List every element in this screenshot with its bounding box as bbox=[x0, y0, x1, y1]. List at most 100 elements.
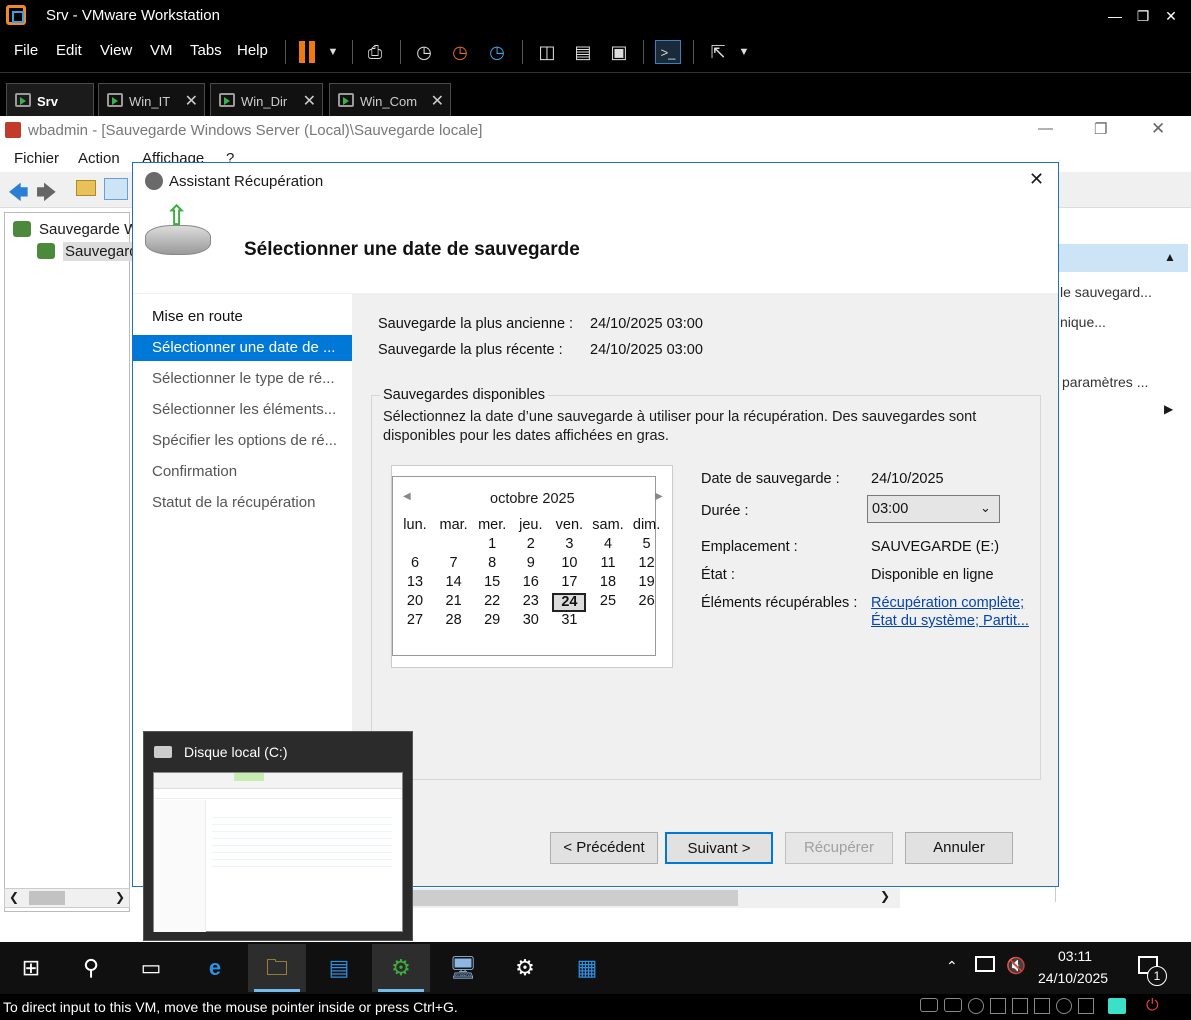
tree-item-local[interactable]: Sauvegard bbox=[63, 242, 140, 261]
up-folder-icon[interactable] bbox=[76, 180, 96, 196]
chevron-up-icon[interactable]: ⌃ bbox=[946, 958, 958, 975]
task-view-icon[interactable]: ▭ bbox=[122, 944, 180, 992]
stretch-icon[interactable]: ⇱ bbox=[705, 40, 731, 64]
calendar-day[interactable]: 12 bbox=[628, 555, 666, 571]
calendar-day[interactable]: 7 bbox=[435, 555, 473, 571]
next-month-icon[interactable]: ▶ bbox=[655, 491, 663, 502]
calendar-day[interactable]: 3 bbox=[550, 536, 588, 552]
chevron-down-icon[interactable]: ▼ bbox=[320, 40, 346, 64]
hyper-v-icon[interactable]: 🖥 bbox=[434, 944, 492, 992]
action-item[interactable]: le sauvegard... bbox=[1060, 284, 1152, 300]
scroll-thumb[interactable] bbox=[410, 890, 738, 906]
close-icon[interactable]: ✕ bbox=[303, 91, 316, 111]
calendar-day[interactable]: 4 bbox=[589, 536, 627, 552]
calendar-day[interactable]: 24 bbox=[552, 593, 587, 612]
close-icon[interactable]: ✕ bbox=[431, 91, 444, 111]
thumbnail-bar-icon[interactable]: ▤ bbox=[570, 40, 596, 64]
time-select[interactable]: 03:00 ⌄ bbox=[867, 495, 1000, 523]
snapshot-manager-icon[interactable]: ◷ bbox=[484, 40, 510, 64]
calendar-day[interactable]: 6 bbox=[396, 555, 434, 571]
calendar-day[interactable]: 8 bbox=[473, 555, 511, 571]
calendar-day[interactable]: 28 bbox=[435, 612, 473, 628]
tab-win-com[interactable]: Win_Com ✕ bbox=[329, 83, 451, 117]
minimize-button[interactable]: — bbox=[1100, 4, 1130, 28]
hard-disk-icon[interactable] bbox=[944, 998, 962, 1012]
forward-arrow-icon[interactable]: 🡆 bbox=[36, 178, 57, 212]
menu-help[interactable]: Help bbox=[237, 42, 268, 59]
submenu-arrow-icon[interactable]: ▶ bbox=[1164, 402, 1173, 416]
scroll-thumb[interactable] bbox=[29, 891, 65, 905]
cd-icon[interactable] bbox=[968, 998, 984, 1014]
calendar-day[interactable]: 25 bbox=[589, 593, 627, 609]
minimize-button[interactable]: — bbox=[1038, 120, 1053, 137]
horizontal-scrollbar[interactable]: ❮ ❯ bbox=[4, 888, 130, 908]
cancel-button[interactable]: Annuler bbox=[905, 832, 1013, 864]
restore-button[interactable]: ❐ bbox=[1128, 4, 1158, 28]
action-item[interactable]: paramètres ... bbox=[1062, 374, 1148, 390]
menu-view[interactable]: View bbox=[100, 42, 132, 59]
calendar-day[interactable]: 19 bbox=[628, 574, 666, 590]
chevron-down-icon[interactable]: ▼ bbox=[731, 40, 757, 64]
menu-vm[interactable]: VM bbox=[150, 42, 173, 59]
calendar-day[interactable]: 13 bbox=[396, 574, 434, 590]
calendar-day[interactable]: 11 bbox=[589, 555, 627, 571]
calendar-day[interactable]: 2 bbox=[512, 536, 550, 552]
display-icon[interactable] bbox=[1078, 998, 1094, 1014]
scroll-left-icon[interactable]: ❮ bbox=[9, 890, 19, 904]
recoverable-item-link[interactable]: Récupération complète; bbox=[871, 595, 1024, 611]
tree-item-root[interactable]: Sauvegarde W bbox=[39, 221, 138, 238]
wireless-icon[interactable] bbox=[1056, 998, 1072, 1014]
calendar-day[interactable]: 15 bbox=[473, 574, 511, 590]
settings-gear-icon[interactable]: ⚙ bbox=[496, 944, 554, 992]
previous-button[interactable]: < Précédent bbox=[550, 832, 658, 864]
scroll-right-icon[interactable]: ❯ bbox=[880, 889, 890, 903]
calendar-day[interactable]: 31 bbox=[550, 612, 588, 628]
sound-icon[interactable] bbox=[1034, 998, 1050, 1014]
send-ctrl-alt-del-icon[interactable]: ⎙ bbox=[362, 40, 388, 64]
calendar-day[interactable]: 17 bbox=[550, 574, 588, 590]
taskbar-thumbnail-preview[interactable]: Disque local (C:) bbox=[143, 731, 413, 941]
calendar-day[interactable]: 18 bbox=[589, 574, 627, 590]
calendar-day[interactable]: 14 bbox=[435, 574, 473, 590]
search-icon[interactable]: ⚲ bbox=[62, 944, 120, 992]
menu-action[interactable]: Action bbox=[78, 150, 120, 167]
collapse-icon[interactable]: ▲ bbox=[1164, 250, 1176, 264]
start-windows-icon[interactable]: ⊞ bbox=[2, 944, 60, 992]
menu-edit[interactable]: Edit bbox=[56, 42, 82, 59]
calendar-day[interactable]: 23 bbox=[512, 593, 550, 609]
hard-disk-icon[interactable] bbox=[920, 998, 938, 1012]
close-button[interactable]: ✕ bbox=[1156, 4, 1186, 28]
network-icon[interactable] bbox=[990, 998, 1006, 1014]
calendar-day[interactable]: 9 bbox=[512, 555, 550, 571]
windows-backup-icon[interactable]: ⚙ bbox=[372, 944, 430, 992]
next-button[interactable]: Suivant > bbox=[665, 832, 773, 864]
close-icon[interactable]: ✕ bbox=[1029, 169, 1044, 190]
calendar-day[interactable]: 16 bbox=[512, 574, 550, 590]
tab-win-dir[interactable]: Win_Dir ✕ bbox=[210, 83, 323, 117]
calendar-day[interactable]: 22 bbox=[473, 593, 511, 609]
vmware-tools-icon[interactable] bbox=[1108, 998, 1126, 1014]
file-explorer-icon[interactable]: 🗀 bbox=[248, 944, 306, 992]
calendar-day[interactable]: 5 bbox=[628, 536, 666, 552]
scroll-right-icon[interactable]: ❯ bbox=[115, 890, 125, 904]
calendar-day[interactable]: 20 bbox=[396, 593, 434, 609]
pause-icon[interactable] bbox=[299, 41, 305, 63]
power-warning-icon[interactable]: ⏻ bbox=[1146, 997, 1159, 1015]
system-info-icon[interactable]: ▦ bbox=[558, 944, 616, 992]
clock-time[interactable]: 03:11 bbox=[1058, 948, 1092, 964]
calendar-day[interactable]: 26 bbox=[628, 593, 666, 609]
calendar-day[interactable]: 27 bbox=[396, 612, 434, 628]
console-view-icon[interactable]: >_ bbox=[655, 40, 681, 64]
backup-calendar[interactable]: ◀ octobre 2025 ▶ lun. mar. mer. jeu. ven. sam… bbox=[391, 465, 673, 668]
server-manager-icon[interactable]: ▤ bbox=[310, 944, 368, 992]
restore-button[interactable]: ❐ bbox=[1094, 120, 1107, 138]
clock-date[interactable]: 24/10/2025 bbox=[1038, 970, 1108, 986]
horizontal-scrollbar[interactable]: ❯ bbox=[400, 888, 900, 908]
action-item[interactable]: nique... bbox=[1060, 314, 1106, 330]
full-screen-icon[interactable]: ▣ bbox=[606, 40, 632, 64]
usb-icon[interactable] bbox=[1012, 998, 1028, 1014]
close-icon[interactable]: ✕ bbox=[185, 91, 198, 111]
revert-snapshot-icon[interactable]: ◷ bbox=[447, 40, 473, 64]
tab-srv[interactable]: Srv bbox=[6, 83, 94, 117]
snapshot-icon[interactable]: ◷ bbox=[411, 40, 437, 64]
